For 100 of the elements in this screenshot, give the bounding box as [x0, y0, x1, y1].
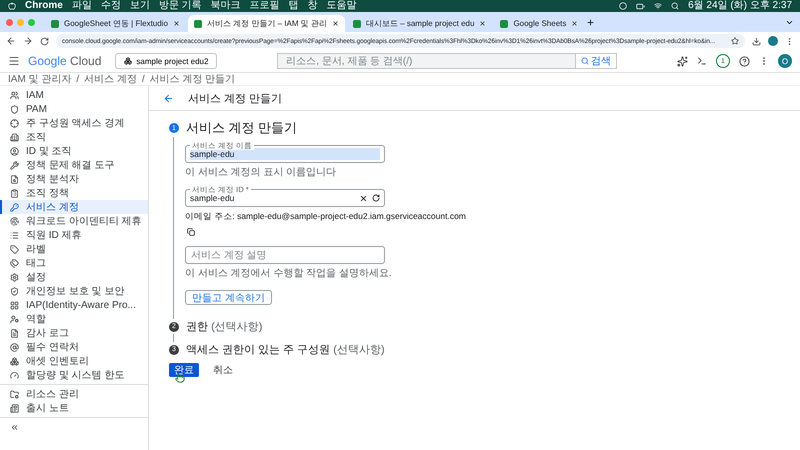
forward-icon[interactable]: [23, 36, 33, 46]
done-button[interactable]: 완료: [169, 363, 199, 377]
menu-item[interactable]: 탭: [288, 0, 299, 12]
description-field[interactable]: 서비스 계정 설명: [185, 246, 385, 264]
sidebar-item[interactable]: 필수 연락처: [0, 340, 148, 354]
sidebar-item[interactable]: 설정: [0, 270, 148, 284]
sidebar-item[interactable]: PAM: [0, 102, 148, 116]
menu-item[interactable]: 북마크: [210, 0, 241, 12]
shield-check-icon: [10, 286, 19, 296]
star-icon[interactable]: [731, 37, 739, 45]
menu-item[interactable]: 도움말: [326, 0, 357, 12]
sidebar-item[interactable]: 서비스 계정: [0, 200, 148, 214]
menu-item[interactable]: 창: [308, 0, 318, 12]
at-sign-icon: [10, 342, 19, 352]
sidebar-item[interactable]: 워크로드 아이덴티티 제휴: [0, 214, 148, 228]
tags-icon: [10, 258, 19, 268]
boxes-icon: [124, 57, 132, 65]
user-gear-icon: [10, 314, 19, 324]
sidebar-item[interactable]: 라벨: [0, 242, 148, 256]
sidebar-item[interactable]: 역할: [0, 312, 148, 326]
download-icon[interactable]: [752, 36, 761, 46]
page-title: 서비스 계정 만들기: [188, 92, 282, 106]
step-title: 서비스 계정 만들기: [186, 119, 298, 137]
close-icon[interactable]: [571, 20, 578, 27]
breadcrumb-separator: /: [142, 74, 145, 84]
search-button[interactable]: 검색: [575, 53, 618, 69]
favicon-icon: [51, 20, 59, 28]
key-icon: [10, 202, 19, 212]
browser-tab[interactable]: 대시보드 – sample project edu: [346, 15, 492, 32]
sidebar-item[interactable]: IAM: [0, 88, 148, 102]
list-icon: [10, 230, 19, 240]
cancel-button[interactable]: 취소: [213, 363, 233, 377]
sidebar-item[interactable]: 직원 ID 제휴: [0, 228, 148, 242]
sidebar-item[interactable]: 조직 정책: [0, 186, 148, 200]
clear-icon[interactable]: [359, 194, 368, 202]
breadcrumb-link[interactable]: 서비스 계정: [84, 72, 137, 86]
close-icon[interactable]: [332, 20, 339, 27]
project-picker[interactable]: sample project edu2: [115, 53, 218, 69]
folder-icon: [10, 390, 19, 398]
clock: 6월 24일 (화) 오후 2:37: [688, 0, 792, 12]
fingerprint-icon: [10, 216, 19, 226]
crosshair-icon: [10, 118, 19, 128]
menu-icon[interactable]: [8, 55, 20, 67]
browser-tab[interactable]: GoogleSheet 연동 | Flextudio: [45, 15, 186, 32]
help-icon[interactable]: [738, 56, 750, 66]
email-address: 이메일 주소: sample-edu@sample-project-edu2.iam.gserviceaccount.com: [185, 211, 467, 223]
menu-item[interactable]: 보기: [130, 0, 150, 12]
sidebar-item[interactable]: 정책 분석자: [0, 172, 148, 186]
profile-avatar[interactable]: [768, 36, 778, 46]
breadcrumb-link[interactable]: 서비스 계정 만들기: [150, 72, 236, 86]
sidebar-item[interactable]: 정책 문제 해결 도구: [0, 158, 148, 172]
menu-item[interactable]: 프로필: [250, 0, 280, 12]
sparkle-icon[interactable]: [676, 56, 688, 66]
google-cloud-logo[interactable]: Google Cloud: [28, 54, 102, 68]
wifi-icon[interactable]: [654, 2, 662, 10]
refresh-icon[interactable]: [372, 194, 380, 202]
search-icon[interactable]: [671, 2, 680, 10]
create-continue-button[interactable]: 만들고 계속하기: [185, 290, 272, 305]
favicon-icon: [500, 20, 508, 28]
document-icon: [10, 328, 19, 338]
wrench-icon: [10, 160, 19, 170]
sidebar-item[interactable]: 태그: [0, 256, 148, 270]
boxes-icon: [10, 356, 19, 366]
battery-icon[interactable]: [636, 2, 646, 10]
search-icon: [581, 57, 590, 65]
sidebar-item[interactable]: 할당량 및 시스템 한도: [0, 368, 148, 382]
new-tab-icon[interactable]: [586, 18, 596, 26]
close-icon[interactable]: [479, 20, 486, 27]
field-hint: 이 서비스 계정의 표시 이름입니다: [185, 166, 338, 179]
account-avatar[interactable]: O: [778, 54, 792, 68]
sidebar-item[interactable]: 리소스 관리: [0, 387, 148, 401]
sidebar-item[interactable]: ID 및 조직: [0, 144, 148, 158]
sidebar-item[interactable]: 조직: [0, 130, 148, 144]
browser-tab[interactable]: Google Sheets: [494, 15, 584, 32]
sidebar-item[interactable]: 주 구성원 액세스 경계: [0, 116, 148, 130]
sidebar-item[interactable]: 감사 로그: [0, 326, 148, 340]
sidebar-item[interactable]: 애셋 인벤토리: [0, 354, 148, 368]
sidebar-item[interactable]: IAP(Identity-Aware Pro...: [0, 298, 148, 312]
breadcrumb-link[interactable]: IAM 및 관리자: [8, 72, 72, 86]
back-icon[interactable]: [163, 92, 174, 104]
menu-item[interactable]: 파일: [72, 0, 92, 12]
search-field[interactable]: 리소스, 문서, 제품 등 검색(/): [277, 53, 576, 69]
back-icon[interactable]: [6, 36, 16, 46]
sidebar-item[interactable]: 개인정보 보호 및 보안: [0, 284, 148, 298]
menu-item[interactable]: 방문 기록: [158, 0, 202, 12]
browser-tab[interactable]: 서비스 계정 만들기 – IAM 및 관리: [188, 15, 345, 32]
copy-icon[interactable]: [187, 228, 195, 236]
status-circle-icon[interactable]: [619, 2, 628, 10]
step-title[interactable]: 액세스 권한이 있는 주 구성원 (선택사항): [186, 342, 385, 357]
tag-icon: [10, 244, 19, 254]
step-title[interactable]: 권한 (선택사항): [186, 319, 262, 334]
reload-icon[interactable]: [40, 36, 49, 46]
menu-item[interactable]: 수정: [100, 0, 121, 12]
sidebar-item[interactable]: 출시 노트: [0, 401, 148, 415]
terminal-icon[interactable]: [696, 56, 707, 66]
close-icon[interactable]: [172, 20, 180, 27]
users-icon: [10, 90, 19, 100]
menu-app-name[interactable]: Chrome: [25, 0, 63, 12]
newspaper-icon: [10, 404, 19, 412]
file-search-icon: [10, 174, 19, 184]
